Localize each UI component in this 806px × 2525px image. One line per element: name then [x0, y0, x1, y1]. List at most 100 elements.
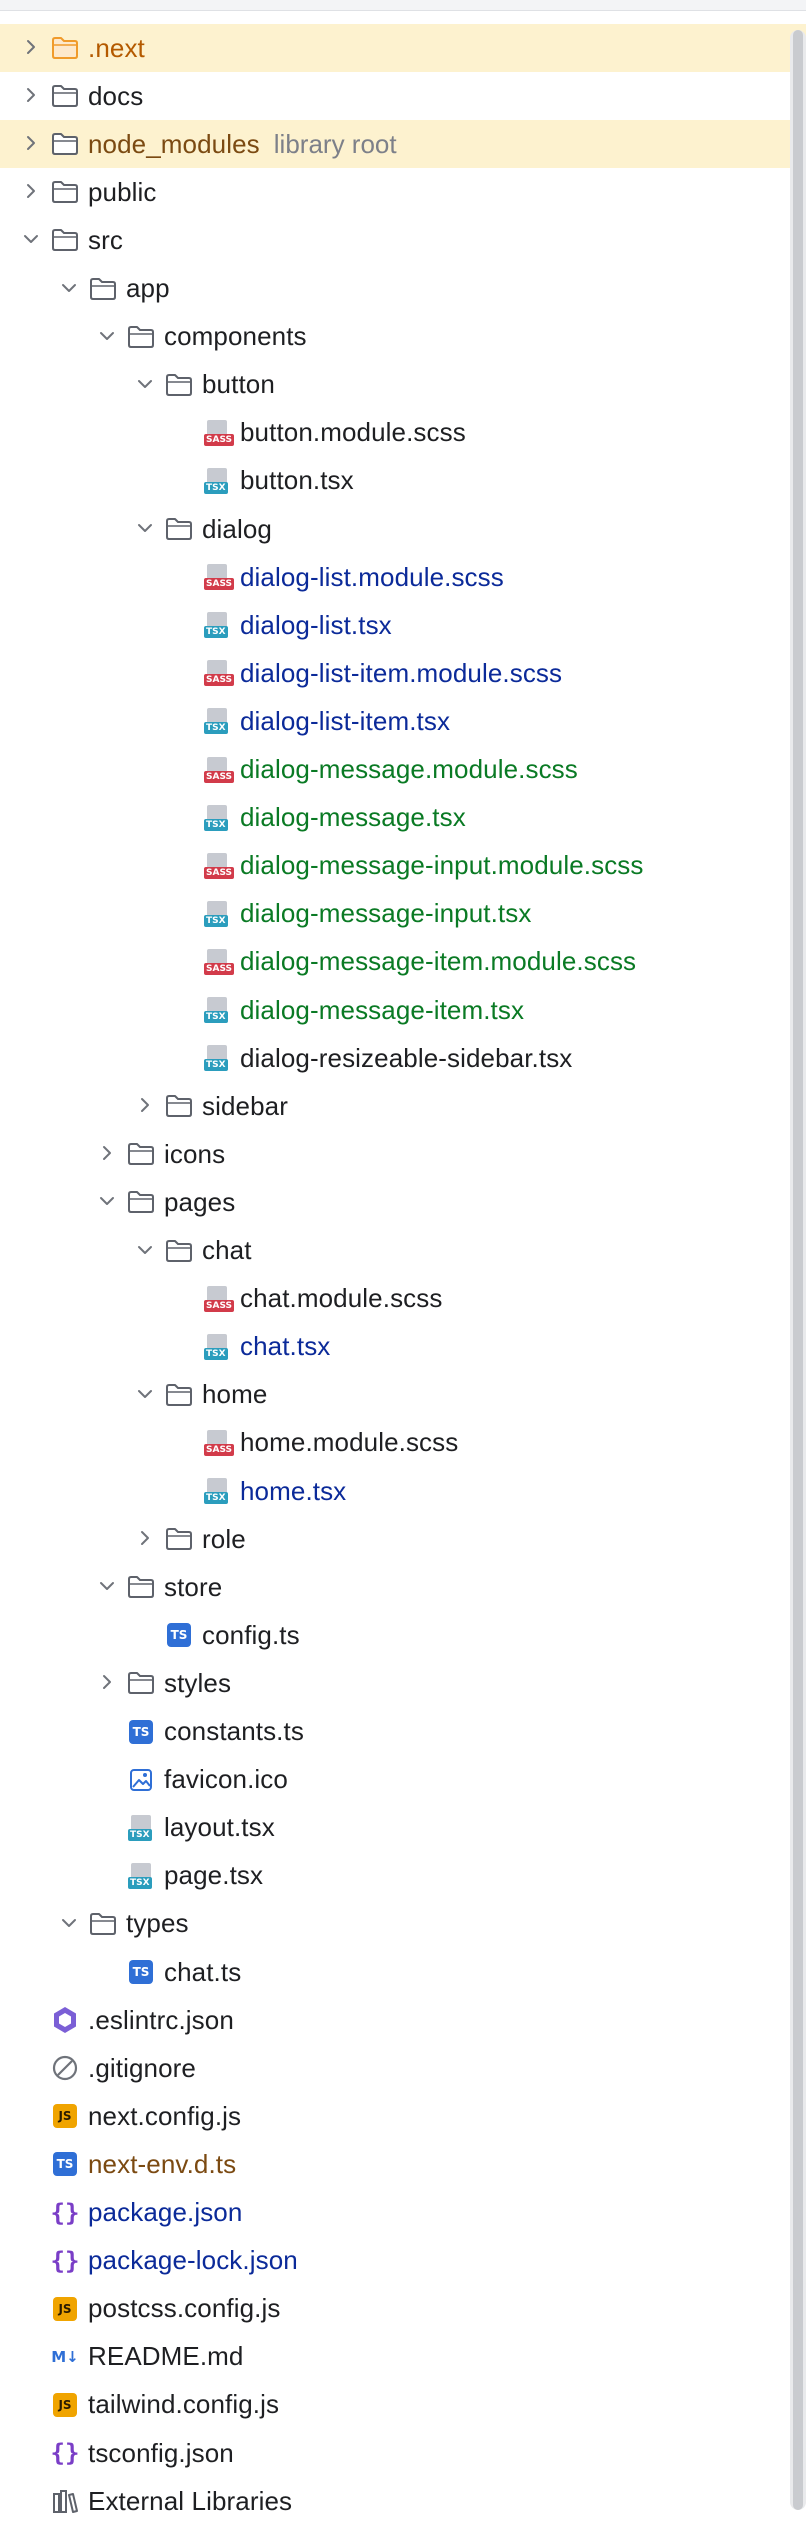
sass-file-icon: SASS: [202, 1428, 235, 1458]
tree-folder-row[interactable]: .next: [0, 24, 806, 72]
panel-header-edge: [0, 0, 806, 11]
tree-file-row[interactable]: JS postcss.config.js: [0, 2285, 806, 2333]
tree-file-row[interactable]: TSX dialog-message.tsx: [0, 794, 806, 842]
chevron-right-icon[interactable]: [12, 120, 50, 168]
tree-file-row[interactable]: TS chat.ts: [0, 1948, 806, 1996]
external-libraries-row[interactable]: External Libraries: [0, 2477, 806, 2525]
tree-file-row[interactable]: TS constants.ts: [0, 1708, 806, 1756]
tree-file-row[interactable]: SASS dialog-message-item.module.scss: [0, 938, 806, 986]
tree-item-label: favicon.ico: [164, 1764, 288, 1795]
typescript-file-icon: TS: [126, 1717, 156, 1747]
chevron-down-icon[interactable]: [50, 265, 88, 313]
chevron-down-icon[interactable]: [126, 505, 164, 553]
tree-folder-row[interactable]: app: [0, 265, 806, 313]
tree-folder-row[interactable]: store: [0, 1563, 806, 1611]
tree-file-row[interactable]: favicon.ico: [0, 1756, 806, 1804]
chevron-right-icon[interactable]: [12, 24, 50, 72]
tsx-file-icon: TSX: [202, 466, 232, 496]
tree-file-row[interactable]: TS next-env.d.ts: [0, 2140, 806, 2188]
tree-file-row[interactable]: JS next.config.js: [0, 2092, 806, 2140]
json-file-icon: {}: [50, 2439, 80, 2467]
tree-file-row[interactable]: SASS button.module.scss: [0, 409, 806, 457]
chevron-down-icon[interactable]: [50, 1900, 88, 1948]
typescript-file-icon: TS: [126, 1957, 156, 1987]
tree-file-row[interactable]: {} package-lock.json: [0, 2237, 806, 2285]
tree-item-label: button.tsx: [240, 465, 354, 496]
tree-folder-row[interactable]: home: [0, 1371, 806, 1419]
chevron-right-icon[interactable]: [88, 1130, 126, 1178]
vertical-scrollbar[interactable]: [790, 30, 806, 2510]
gitignore-icon: [50, 2053, 80, 2083]
javascript-file-icon: JS: [50, 2101, 80, 2131]
tree-file-row[interactable]: TSX dialog-list-item.tsx: [0, 697, 806, 745]
chevron-right-icon[interactable]: [126, 1082, 164, 1130]
tree-folder-row[interactable]: node_modules library root: [0, 120, 806, 169]
chevron-down-icon[interactable]: [12, 216, 50, 264]
tree-file-row[interactable]: TS config.ts: [0, 1611, 806, 1659]
tree-item-label: dialog-list.module.scss: [240, 561, 504, 592]
tree-folder-row[interactable]: components: [0, 313, 806, 361]
tree-file-row[interactable]: M↓ README.md: [0, 2333, 806, 2381]
javascript-file-icon: JS: [50, 2390, 80, 2420]
scrollbar-thumb[interactable]: [793, 30, 803, 2510]
tree-folder-row[interactable]: sidebar: [0, 1082, 806, 1130]
tree-folder-row[interactable]: icons: [0, 1130, 806, 1178]
tsx-file-icon: TSX: [202, 706, 232, 736]
tree-folder-row[interactable]: types: [0, 1900, 806, 1948]
tree-file-row[interactable]: SASS dialog-message.module.scss: [0, 746, 806, 794]
tree-file-row[interactable]: {} tsconfig.json: [0, 2429, 806, 2477]
tree-file-row[interactable]: SASS dialog-list-item.module.scss: [0, 649, 806, 697]
folder-icon: [164, 1524, 194, 1554]
tree-item-label: app: [126, 273, 170, 303]
tree-folder-row[interactable]: button: [0, 361, 806, 409]
chevron-right-icon[interactable]: [126, 1515, 164, 1563]
tree-file-row[interactable]: SASS dialog-list.module.scss: [0, 553, 806, 601]
tree-folder-row[interactable]: dialog: [0, 505, 806, 553]
tree-item-label: chat.tsx: [240, 1331, 331, 1362]
chevron-down-icon[interactable]: [88, 1178, 126, 1226]
tree-file-row[interactable]: TSX layout.tsx: [0, 1804, 806, 1852]
sass-file-icon: SASS: [202, 418, 235, 448]
chevron-right-icon[interactable]: [12, 72, 50, 120]
tree-file-row[interactable]: SASS chat.module.scss: [0, 1275, 806, 1323]
tree-item-label: External Libraries: [88, 2485, 293, 2516]
tree-file-row[interactable]: JS tailwind.config.js: [0, 2381, 806, 2429]
tree-file-row[interactable]: TSX page.tsx: [0, 1852, 806, 1900]
tree-file-row[interactable]: TSX chat.tsx: [0, 1323, 806, 1371]
image-file-icon: [126, 1765, 156, 1795]
tree-folder-row[interactable]: docs: [0, 72, 806, 120]
chevron-down-icon[interactable]: [88, 313, 126, 361]
sass-file-icon: SASS: [202, 1284, 235, 1314]
tree-file-row[interactable]: .gitignore: [0, 2044, 806, 2092]
tree-file-row[interactable]: {} package.json: [0, 2189, 806, 2237]
chevron-down-icon[interactable]: [126, 1227, 164, 1275]
tree-file-row[interactable]: TSX dialog-message-input.tsx: [0, 890, 806, 938]
tree-folder-row[interactable]: role: [0, 1515, 806, 1563]
tree-file-row[interactable]: TSX dialog-resizeable-sidebar.tsx: [0, 1034, 806, 1082]
folder-icon: [88, 274, 118, 304]
tree-folder-row[interactable]: public: [0, 168, 806, 216]
chevron-right-icon[interactable]: [12, 168, 50, 216]
tree-file-row[interactable]: TSX button.tsx: [0, 457, 806, 505]
tree-folder-row[interactable]: src: [0, 216, 806, 264]
tree-file-row[interactable]: SASS dialog-message-input.module.scss: [0, 842, 806, 890]
chevron-down-icon[interactable]: [126, 1371, 164, 1419]
tree-folder-row[interactable]: pages: [0, 1178, 806, 1226]
tree-folder-row[interactable]: styles: [0, 1659, 806, 1707]
json-file-icon: {}: [50, 2246, 80, 2275]
chevron-down-icon[interactable]: [88, 1563, 126, 1611]
folder-icon: [50, 177, 80, 207]
tree-file-row[interactable]: SASS home.module.scss: [0, 1419, 806, 1467]
tree-file-row[interactable]: TSX dialog-message-item.tsx: [0, 986, 806, 1034]
tree-file-row[interactable]: TSX home.tsx: [0, 1467, 806, 1515]
typescript-file-icon: TS: [50, 2149, 80, 2179]
tree-file-row[interactable]: .eslintrc.json: [0, 1996, 806, 2044]
chevron-right-icon[interactable]: [88, 1659, 126, 1707]
chevron-down-icon[interactable]: [126, 361, 164, 409]
tree-file-row[interactable]: TSX dialog-list.tsx: [0, 601, 806, 649]
tree-folder-row[interactable]: chat: [0, 1227, 806, 1275]
